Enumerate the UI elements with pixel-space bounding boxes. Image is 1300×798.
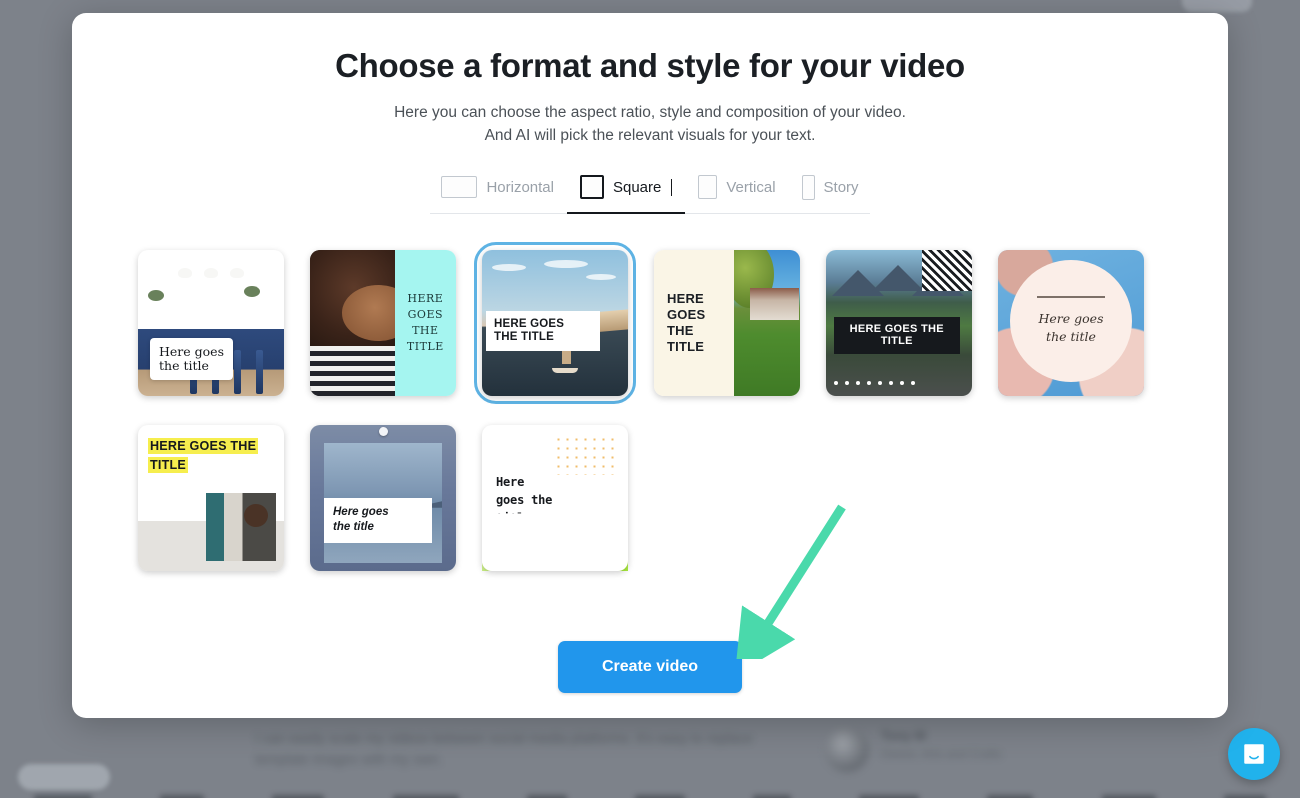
tab-story[interactable]: Story bbox=[789, 173, 872, 201]
style-card-green-burst[interactable]: Heregoes thetitle bbox=[482, 425, 628, 571]
testimonial-role: Owner, Arts and Crafts bbox=[881, 747, 1002, 761]
style-card-title: Here goes the title bbox=[324, 497, 433, 543]
style-card-title: Here goes the title bbox=[1038, 310, 1104, 344]
dot-grid-decor bbox=[554, 435, 616, 475]
testimonial-name: Tony M bbox=[881, 728, 926, 743]
tab-horizontal[interactable]: Horizontal bbox=[428, 173, 567, 201]
avatar bbox=[825, 728, 869, 772]
style-card-title: HERE GOES THE TITLE bbox=[667, 290, 706, 355]
style-card-circle-script[interactable]: Here goes the title bbox=[998, 250, 1144, 396]
cookie-banner[interactable] bbox=[18, 764, 110, 790]
style-card-thumbnail: HERE GOES THE TITLE bbox=[482, 250, 628, 396]
style-card-title: HERE GOES THE TITLE bbox=[148, 438, 259, 473]
logo-mark bbox=[859, 794, 920, 798]
style-card-grid: Here goesthe title HERE GOES THE TITLE bbox=[72, 242, 1228, 571]
style-card-lake-polaroid[interactable]: Here goes the title bbox=[310, 425, 456, 571]
style-card-highlighter[interactable]: HERE GOES THE TITLE bbox=[138, 425, 284, 571]
background-top-nub bbox=[1182, 0, 1252, 12]
modal-subtitle-line-2: And AI will pick the relevant visuals fo… bbox=[484, 127, 816, 144]
tab-vertical[interactable]: Vertical bbox=[685, 173, 788, 201]
style-card-title: Here goes the title bbox=[150, 338, 233, 380]
logo-mark bbox=[272, 794, 325, 798]
rectangle-portrait-icon bbox=[698, 175, 718, 199]
style-card-thumbnail: HERE GOES THE TITLE bbox=[310, 250, 456, 396]
chat-bubble-icon bbox=[1244, 744, 1264, 764]
inset-photo bbox=[206, 493, 276, 561]
logo-mark bbox=[987, 794, 1034, 798]
logo-mark bbox=[526, 794, 567, 798]
testimonial-quote: I can easily scale my videos between soc… bbox=[255, 730, 753, 767]
style-card-thumbnail: Heregoes thetitle bbox=[482, 425, 628, 571]
style-card-thumbnail: HERE GOES THE TITLE bbox=[826, 250, 972, 396]
rectangle-square-icon bbox=[579, 175, 604, 199]
logo-mark bbox=[1223, 794, 1266, 798]
chat-widget-button[interactable] bbox=[1228, 728, 1280, 780]
page-title: Choose a format and style for your video bbox=[335, 47, 965, 84]
style-card-thumbnail: HERE GOES THE TITLE bbox=[138, 425, 284, 571]
tab-story-label: Story bbox=[823, 178, 859, 196]
logo-mark bbox=[1101, 794, 1156, 798]
style-card-title: HERE GOES THE TITLE bbox=[486, 311, 600, 352]
pin-dot-decor bbox=[379, 427, 388, 436]
tab-square[interactable]: Square bbox=[567, 173, 685, 201]
tab-vertical-label: Vertical bbox=[726, 178, 776, 196]
style-card-thumbnail: Here goes the title bbox=[138, 250, 284, 396]
burst-shape-decor bbox=[482, 513, 561, 571]
style-card-house-cream[interactable]: HERE GOES THE TITLE bbox=[654, 250, 800, 396]
progress-dots bbox=[834, 381, 915, 385]
tab-square-label: Square bbox=[612, 178, 662, 196]
logo-mark bbox=[34, 794, 93, 798]
tab-horizontal-label: Horizontal bbox=[486, 178, 554, 196]
style-card-thumbnail: HERE GOES THE TITLE bbox=[654, 250, 800, 396]
logo-mark bbox=[392, 794, 459, 798]
style-card-thumbnail: Here goes the title bbox=[998, 250, 1144, 396]
style-card-title: HERE GOES THE TITLE bbox=[406, 292, 444, 353]
logo-mark bbox=[160, 794, 205, 798]
active-tab-underline bbox=[566, 212, 686, 214]
cta-row: Create video bbox=[72, 641, 1228, 693]
testimonial-person: Tony M Owner, Arts and Crafts bbox=[825, 728, 1002, 772]
style-card-bridge-overlay[interactable]: HERE GOES THE TITLE bbox=[474, 242, 636, 404]
format-tab-bar: Horizontal Square Vertical Story bbox=[430, 173, 870, 214]
text-caret bbox=[671, 178, 673, 196]
modal-subtitle-line-1: Here you can choose the aspect ratio, st… bbox=[394, 104, 906, 121]
divider-rule bbox=[1037, 295, 1105, 298]
diagonal-hatch-decor bbox=[922, 250, 972, 291]
style-card-thumbnail: Here goes the title bbox=[310, 425, 456, 571]
style-card-kitchen-caption[interactable]: Here goes the title bbox=[138, 250, 284, 396]
background-testimonial: I can easily scale my videos between soc… bbox=[255, 728, 1015, 772]
style-card-mountains-dots[interactable]: HERE GOES THE TITLE bbox=[826, 250, 972, 396]
format-style-modal: Choose a format and style for your video… bbox=[72, 13, 1228, 718]
create-video-button[interactable]: Create video bbox=[557, 641, 743, 693]
background-logo-strip bbox=[0, 788, 1300, 798]
logo-mark bbox=[634, 794, 685, 798]
rectangle-landscape-icon bbox=[441, 176, 478, 198]
style-card-title: HERE GOES THE TITLE bbox=[834, 317, 960, 354]
logo-mark bbox=[753, 794, 792, 798]
style-card-portrait-cyan[interactable]: HERE GOES THE TITLE bbox=[310, 250, 456, 396]
rectangle-story-icon bbox=[801, 174, 815, 200]
